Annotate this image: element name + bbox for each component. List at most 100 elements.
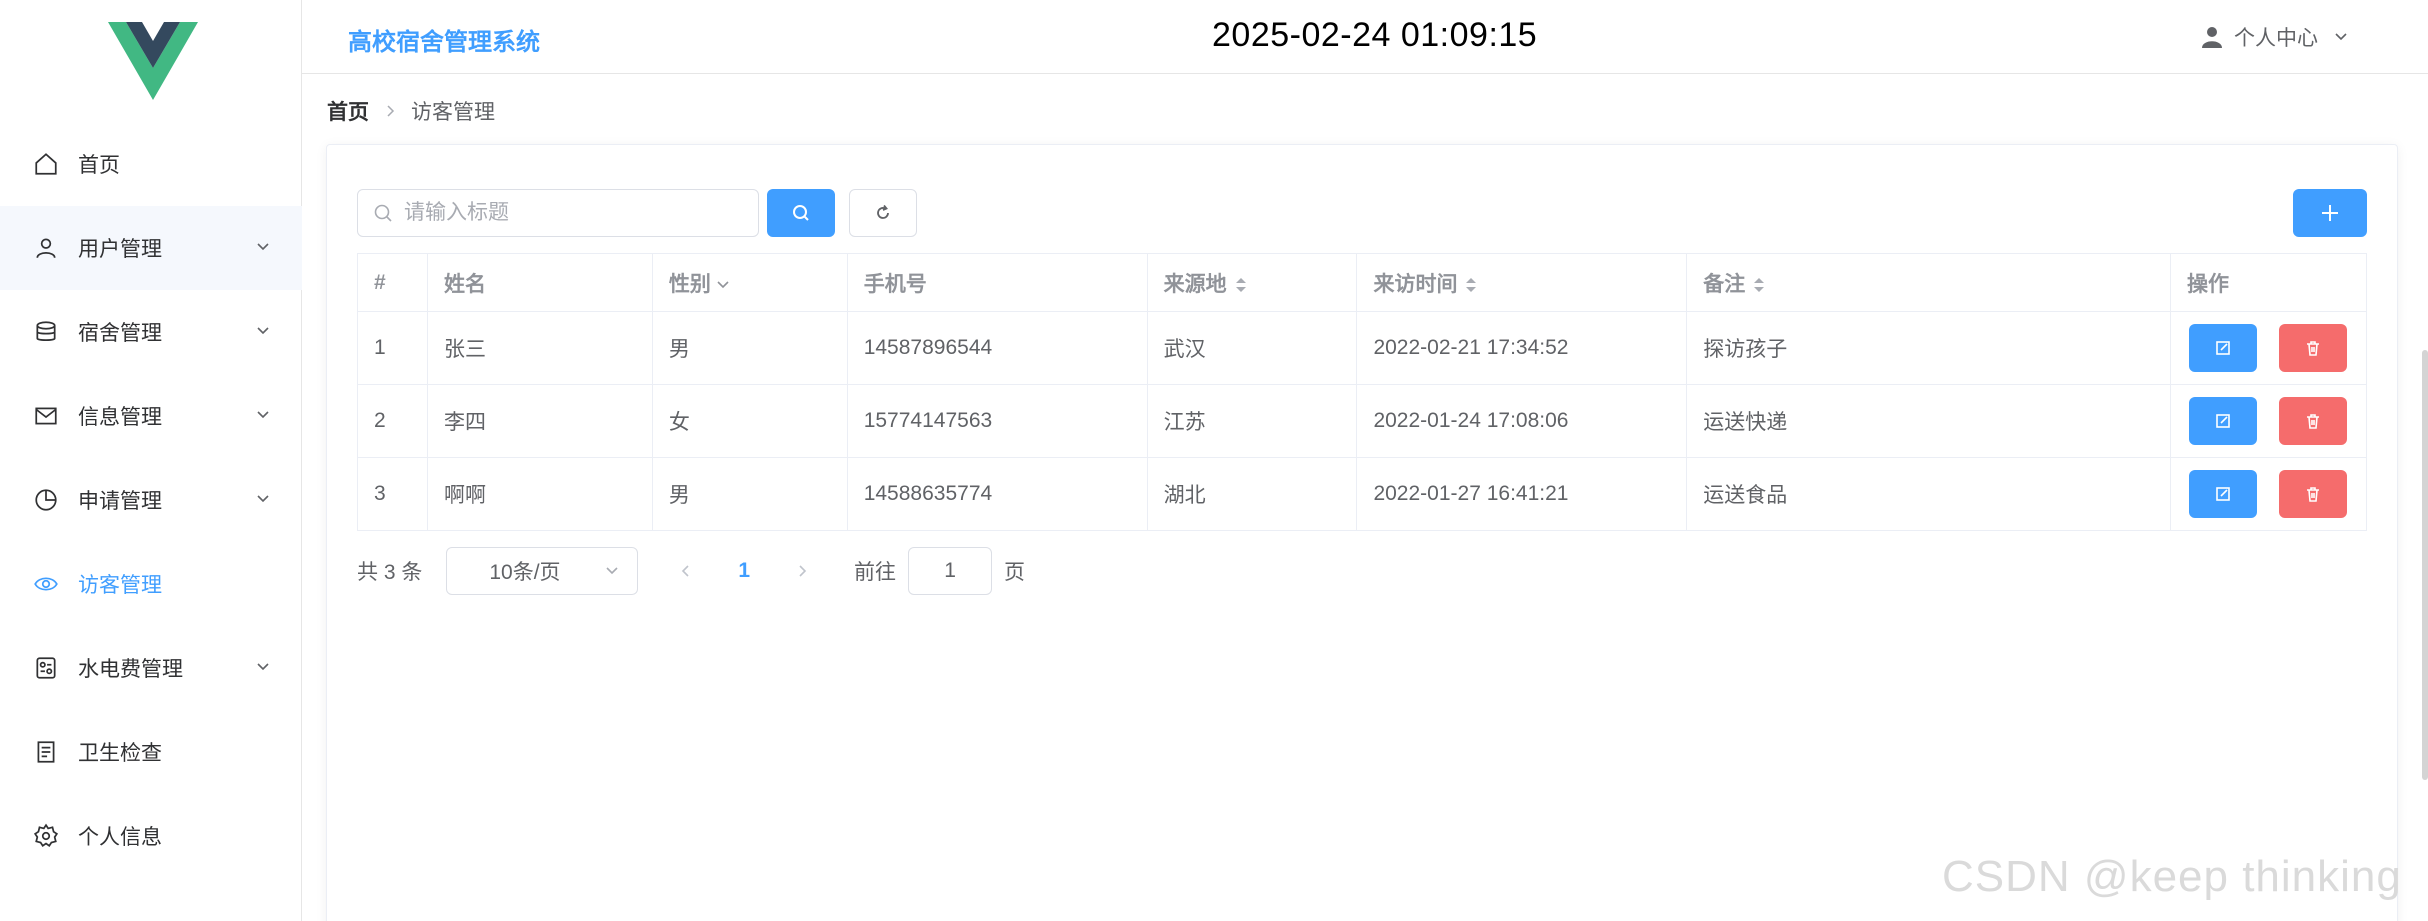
sort-icon[interactable] [1235,276,1247,294]
sidebar-item-users[interactable]: 用户管理 [0,206,302,290]
sidebar-item-profile[interactable]: 个人信息 [0,794,302,878]
plus-icon [2322,205,2338,221]
table-header-row: # 姓名 性别 手机号 来源地 来访时间 备注 操作 [357,253,2368,312]
sidebar-item-info[interactable]: 信息管理 [0,374,302,458]
refresh-icon [877,204,889,219]
cell-index: 2 [357,384,428,458]
sort-icon[interactable] [1753,276,1765,294]
cell-name: 啊啊 [426,457,653,531]
sidebar-item-visitors[interactable]: 访客管理 [0,542,302,626]
table-row: 2 李四 女 15774147563 江苏 2022-01-24 17:08:0… [357,384,2368,458]
search-button[interactable] [767,189,835,237]
user-avatar-icon [2202,27,2222,48]
edit-icon [2216,487,2230,501]
breadcrumb-home[interactable]: 首页 [327,96,369,126]
col-header-name: 姓名 [426,253,653,312]
sidebar-item-utilities[interactable]: 水电费管理 [0,626,302,710]
header-label: 性别 [668,272,711,296]
prev-page-icon[interactable] [678,563,694,579]
sidebar-item-dorms[interactable]: 宿舍管理 [0,290,302,374]
sidebar-menu: 首页 用户管理 宿舍管理 信息管理 申请管理 访客管理 水电费管理 卫生检查 个… [0,122,302,878]
edit-button[interactable] [2188,470,2257,518]
cell-phone: 15774147563 [846,384,1148,458]
message-icon [32,402,60,430]
cell-visit-time: 2022-02-21 17:34:52 [1356,311,1688,385]
chevron-down-icon [257,327,269,335]
col-header-phone: 手机号 [846,253,1148,312]
delete-button[interactable] [2278,324,2347,372]
goto-page-input[interactable]: 1 [908,547,993,595]
cell-remark: 探访孩子 [1686,311,2171,385]
edit-button[interactable] [2188,397,2257,445]
header-label: 来访时间 [1373,272,1458,296]
delete-button[interactable] [2278,397,2347,445]
header-label: 来源地 [1163,272,1227,296]
col-header-remark[interactable]: 备注 [1686,253,2171,312]
next-page-icon[interactable] [794,563,810,579]
top-header: 高校宿舍管理系统 2025-02-24 01:09:15 个人中心 [302,0,2428,74]
add-button[interactable] [2293,189,2367,237]
trash-icon [2306,414,2319,429]
table-row: 3 啊啊 男 14588635774 湖北 2022-01-27 16:41:2… [357,457,2368,531]
cell-index: 3 [357,457,428,531]
cell-actions [2169,384,2368,458]
header-label: 手机号 [863,272,927,296]
chevron-down-icon [2335,33,2347,41]
col-header-origin[interactable]: 来源地 [1146,253,1358,312]
cell-visit-time: 2022-01-27 16:41:21 [1356,457,1688,531]
user-menu-label: 个人中心 [2234,27,2318,50]
user-icon [32,234,60,262]
meter-icon [32,654,60,682]
breadcrumb: 首页 访客管理 [327,96,495,126]
pagination: 共 3 条 10条/页 1 前往 1 页 [357,547,1025,595]
table-row: 1 张三 男 14587896544 武汉 2022-02-21 17:34:5… [357,311,2368,385]
document-icon [32,738,60,766]
header-label: 备注 [1703,272,1746,296]
page-suffix-label: 页 [1004,561,1026,584]
delete-button[interactable] [2278,470,2347,518]
cell-phone: 14587896544 [846,311,1148,385]
trash-icon [2306,341,2319,356]
page-size-select[interactable]: 10条/页 [446,547,639,595]
vue-logo-icon [108,22,198,100]
cell-gender: 男 [651,457,848,531]
page-size-value: 10条/页 [489,561,561,584]
chevron-down-icon [257,243,269,251]
cell-name: 张三 [426,311,653,385]
cell-visit-time: 2022-01-24 17:08:06 [1356,384,1688,458]
search-icon [374,204,392,222]
app-title: 高校宿舍管理系统 [348,29,540,56]
reset-button[interactable] [849,189,917,237]
sidebar-item-label: 水电费管理 [78,658,183,681]
page-number-current[interactable]: 1 [738,559,750,583]
header-label: 操作 [2186,272,2229,296]
sort-icon[interactable] [1465,276,1477,294]
header-label: # [374,270,386,294]
breadcrumb-current: 访客管理 [411,101,495,124]
search-field[interactable] [357,189,759,237]
edit-button[interactable] [2188,324,2257,372]
goto-label: 前往 [854,561,897,584]
header-label: 姓名 [443,272,486,296]
sidebar-item-hygiene[interactable]: 卫生检查 [0,710,302,794]
cell-origin: 武汉 [1146,311,1358,385]
chevron-down-icon [257,411,269,419]
user-menu[interactable]: 个人中心 [2200,22,2350,52]
header-clock: 2025-02-24 01:09:15 [1212,16,1538,54]
cell-origin: 江苏 [1146,384,1358,458]
sidebar: 首页 用户管理 宿舍管理 信息管理 申请管理 访客管理 水电费管理 卫生检查 个… [0,0,302,921]
sidebar-item-applications[interactable]: 申请管理 [0,458,302,542]
sidebar-item-home[interactable]: 首页 [0,122,302,206]
sidebar-item-label: 用户管理 [78,238,162,261]
sidebar-item-label: 访客管理 [78,574,162,597]
search-icon [793,205,809,221]
goto-page-value: 1 [944,559,956,582]
filter-chevron-icon[interactable] [715,278,731,292]
col-header-visit-time[interactable]: 来访时间 [1356,253,1688,312]
col-header-gender[interactable]: 性别 [651,253,848,312]
edit-icon [2216,341,2230,355]
page-scrollbar[interactable] [2422,350,2428,780]
search-input[interactable] [404,201,744,225]
sidebar-item-label: 申请管理 [78,490,162,513]
chevron-down-icon [257,663,269,671]
